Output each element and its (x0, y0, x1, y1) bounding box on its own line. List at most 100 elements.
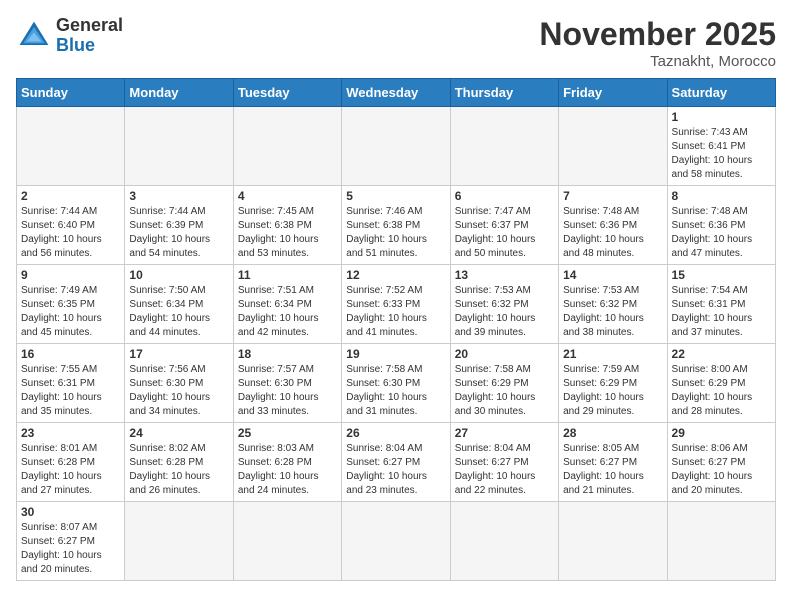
calendar-cell: 20Sunrise: 7:58 AMSunset: 6:29 PMDayligh… (450, 344, 558, 423)
day-number: 25 (238, 426, 337, 440)
cell-sun-info: Sunrise: 8:04 AMSunset: 6:27 PMDaylight:… (346, 442, 445, 498)
logo-blue-text: Blue (56, 36, 123, 56)
calendar-cell (125, 107, 233, 186)
cell-sun-info: Sunrise: 7:52 AMSunset: 6:33 PMDaylight:… (346, 284, 445, 340)
calendar-cell: 12Sunrise: 7:52 AMSunset: 6:33 PMDayligh… (342, 265, 450, 344)
calendar-cell: 8 Sunrise: 7:48 AMSunset: 6:36 PMDaylight… (667, 186, 775, 265)
day-number: 30 (21, 505, 120, 519)
day-number: 11 (238, 268, 337, 282)
location: Taznakht, Morocco (539, 53, 776, 70)
calendar-cell: 3Sunrise: 7:44 AMSunset: 6:39 PMDaylight… (125, 186, 233, 265)
cell-sun-info: Sunrise: 7:55 AMSunset: 6:31 PMDaylight:… (21, 363, 120, 419)
weekday-header-thursday: Thursday (450, 79, 558, 107)
title-block: November 2025 Taznakht, Morocco (539, 16, 776, 70)
weekday-header-saturday: Saturday (667, 79, 775, 107)
cell-sun-info: Sunrise: 8:06 AMSunset: 6:27 PMDaylight:… (672, 442, 771, 498)
cell-sun-info: Sunrise: 7:53 AMSunset: 6:32 PMDaylight:… (455, 284, 554, 340)
calendar-cell (559, 107, 667, 186)
cell-sun-info: Sunrise: 7:53 AMSunset: 6:32 PMDaylight:… (563, 284, 662, 340)
cell-sun-info: Sunrise: 7:44 AMSunset: 6:39 PMDaylight:… (129, 205, 228, 261)
cell-sun-info: Sunrise: 8:03 AMSunset: 6:28 PMDaylight:… (238, 442, 337, 498)
calendar-cell (125, 502, 233, 581)
cell-sun-info: Sunrise: 7:47 AMSunset: 6:37 PMDaylight:… (455, 205, 554, 261)
day-number: 20 (455, 347, 554, 361)
calendar-cell: 17 Sunrise: 7:56 AMSunset: 6:30 PMDayligh… (125, 344, 233, 423)
cell-sun-info: Sunrise: 7:46 AMSunset: 6:38 PMDaylight:… (346, 205, 445, 261)
calendar-table: SundayMondayTuesdayWednesdayThursdayFrid… (16, 78, 776, 581)
logo-icon (16, 18, 52, 54)
calendar-cell: 10Sunrise: 7:50 AMSunset: 6:34 PMDayligh… (125, 265, 233, 344)
calendar-cell: 25 Sunrise: 8:03 AMSunset: 6:28 PMDayligh… (233, 423, 341, 502)
cell-sun-info: Sunrise: 7:45 AMSunset: 6:38 PMDaylight:… (238, 205, 337, 261)
calendar-cell: 21 Sunrise: 7:59 AMSunset: 6:29 PMDayligh… (559, 344, 667, 423)
day-number: 24 (129, 426, 228, 440)
weekday-header-sunday: Sunday (17, 79, 125, 107)
cell-sun-info: Sunrise: 7:48 AMSunset: 6:36 PMDaylight:… (563, 205, 662, 261)
day-number: 15 (672, 268, 771, 282)
calendar-cell: 22Sunrise: 8:00 AMSunset: 6:29 PMDayligh… (667, 344, 775, 423)
page-header: General Blue November 2025 Taznakht, Mor… (16, 16, 776, 70)
day-number: 19 (346, 347, 445, 361)
week-row-1: 2Sunrise: 7:44 AMSunset: 6:40 PMDaylight… (17, 186, 776, 265)
day-number: 2 (21, 189, 120, 203)
cell-sun-info: Sunrise: 7:51 AMSunset: 6:34 PMDaylight:… (238, 284, 337, 340)
weekday-header-tuesday: Tuesday (233, 79, 341, 107)
day-number: 29 (672, 426, 771, 440)
calendar-cell: 4 Sunrise: 7:45 AMSunset: 6:38 PMDaylight… (233, 186, 341, 265)
day-number: 5 (346, 189, 445, 203)
cell-sun-info: Sunrise: 7:48 AMSunset: 6:36 PMDaylight:… (672, 205, 771, 261)
day-number: 21 (563, 347, 662, 361)
cell-sun-info: Sunrise: 7:59 AMSunset: 6:29 PMDaylight:… (563, 363, 662, 419)
day-number: 23 (21, 426, 120, 440)
cell-sun-info: Sunrise: 7:57 AMSunset: 6:30 PMDaylight:… (238, 363, 337, 419)
day-number: 22 (672, 347, 771, 361)
calendar-cell (342, 107, 450, 186)
day-number: 16 (21, 347, 120, 361)
calendar-cell: 24Sunrise: 8:02 AMSunset: 6:28 PMDayligh… (125, 423, 233, 502)
week-row-3: 16 Sunrise: 7:55 AMSunset: 6:31 PMDayligh… (17, 344, 776, 423)
calendar-cell: 7 Sunrise: 7:48 AMSunset: 6:36 PMDaylight… (559, 186, 667, 265)
cell-sun-info: Sunrise: 7:49 AMSunset: 6:35 PMDaylight:… (21, 284, 120, 340)
calendar-cell (559, 502, 667, 581)
calendar-cell: 19 Sunrise: 7:58 AMSunset: 6:30 PMDayligh… (342, 344, 450, 423)
cell-sun-info: Sunrise: 7:43 AMSunset: 6:41 PMDaylight:… (672, 126, 771, 182)
cell-sun-info: Sunrise: 7:58 AMSunset: 6:30 PMDaylight:… (346, 363, 445, 419)
day-number: 4 (238, 189, 337, 203)
day-number: 9 (21, 268, 120, 282)
calendar-cell (233, 502, 341, 581)
week-row-0: 1Sunrise: 7:43 AMSunset: 6:41 PMDaylight… (17, 107, 776, 186)
day-number: 7 (563, 189, 662, 203)
calendar-cell (450, 107, 558, 186)
calendar-cell: 28 Sunrise: 8:05 AMSunset: 6:27 PMDayligh… (559, 423, 667, 502)
month-title: November 2025 (539, 16, 776, 53)
logo-general-text: General (56, 16, 123, 36)
calendar-cell: 13Sunrise: 7:53 AMSunset: 6:32 PMDayligh… (450, 265, 558, 344)
day-number: 27 (455, 426, 554, 440)
weekday-header-friday: Friday (559, 79, 667, 107)
weekday-header-wednesday: Wednesday (342, 79, 450, 107)
weekday-header-row: SundayMondayTuesdayWednesdayThursdayFrid… (17, 79, 776, 107)
week-row-5: 30Sunrise: 8:07 AMSunset: 6:27 PMDayligh… (17, 502, 776, 581)
cell-sun-info: Sunrise: 8:04 AMSunset: 6:27 PMDaylight:… (455, 442, 554, 498)
calendar-cell: 29 Sunrise: 8:06 AMSunset: 6:27 PMDayligh… (667, 423, 775, 502)
calendar-cell (450, 502, 558, 581)
calendar-cell (667, 502, 775, 581)
cell-sun-info: Sunrise: 8:05 AMSunset: 6:27 PMDaylight:… (563, 442, 662, 498)
day-number: 17 (129, 347, 228, 361)
day-number: 14 (563, 268, 662, 282)
day-number: 18 (238, 347, 337, 361)
calendar-cell: 23 Sunrise: 8:01 AMSunset: 6:28 PMDayligh… (17, 423, 125, 502)
calendar-cell: 2Sunrise: 7:44 AMSunset: 6:40 PMDaylight… (17, 186, 125, 265)
calendar-cell: 14 Sunrise: 7:53 AMSunset: 6:32 PMDayligh… (559, 265, 667, 344)
day-number: 8 (672, 189, 771, 203)
calendar-cell: 11 Sunrise: 7:51 AMSunset: 6:34 PMDayligh… (233, 265, 341, 344)
cell-sun-info: Sunrise: 8:01 AMSunset: 6:28 PMDaylight:… (21, 442, 120, 498)
cell-sun-info: Sunrise: 7:56 AMSunset: 6:30 PMDaylight:… (129, 363, 228, 419)
day-number: 6 (455, 189, 554, 203)
calendar-cell: 27 Sunrise: 8:04 AMSunset: 6:27 PMDayligh… (450, 423, 558, 502)
calendar-cell: 6 Sunrise: 7:47 AMSunset: 6:37 PMDaylight… (450, 186, 558, 265)
calendar-cell: 16 Sunrise: 7:55 AMSunset: 6:31 PMDayligh… (17, 344, 125, 423)
calendar-cell (17, 107, 125, 186)
day-number: 28 (563, 426, 662, 440)
day-number: 10 (129, 268, 228, 282)
